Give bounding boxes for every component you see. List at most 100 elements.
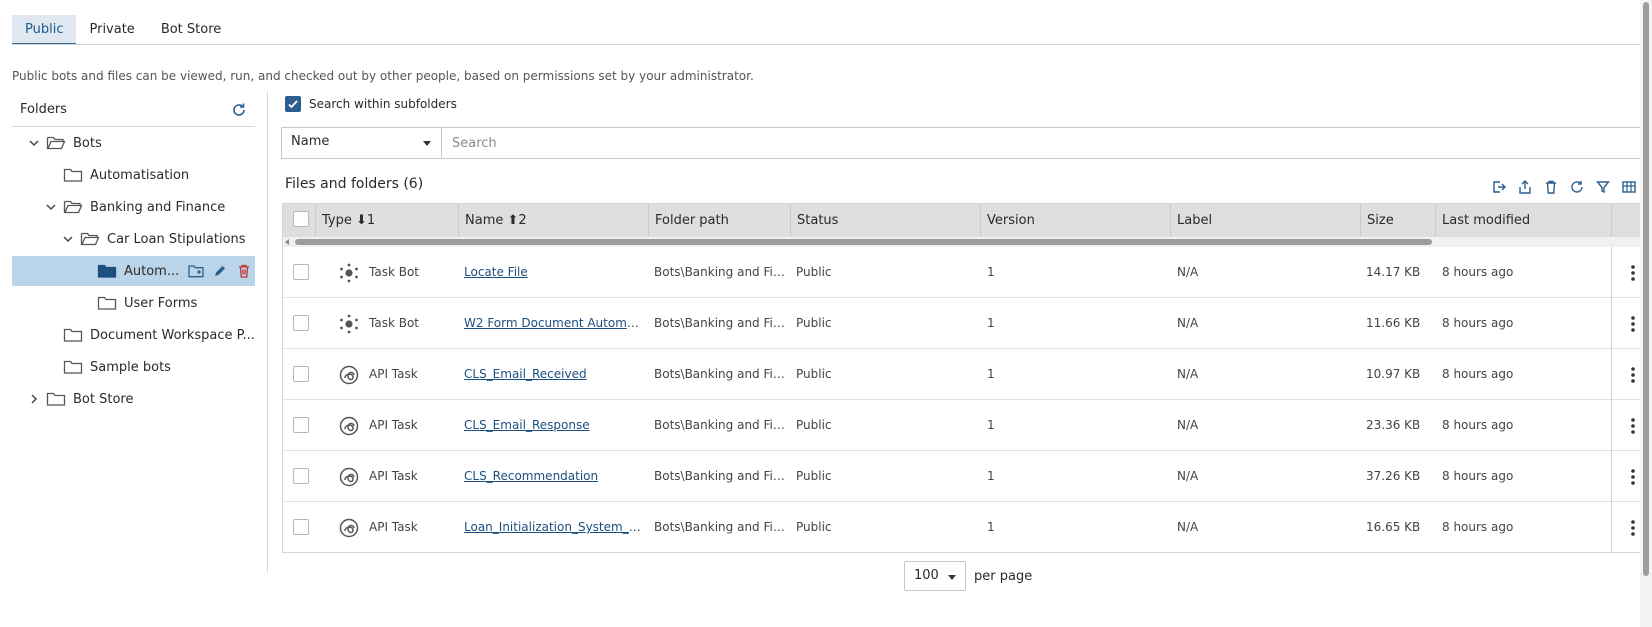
search-input[interactable]	[442, 128, 1652, 158]
folder-icon	[97, 263, 117, 279]
tree-item[interactable]: Bots	[12, 128, 255, 158]
cell-name[interactable]: Loan_Initialization_System_Upd...	[464, 502, 646, 552]
delete-folder-icon[interactable]	[235, 262, 253, 280]
row-checkbox[interactable]	[293, 468, 309, 484]
per-page-select[interactable]: 100	[904, 561, 966, 591]
tree-item[interactable]: User Forms	[12, 288, 255, 318]
tree-item[interactable]: Autom...	[12, 256, 255, 286]
folder-open-icon	[80, 231, 100, 247]
select-all-checkbox[interactable]	[293, 211, 309, 227]
cell-size: 14.17 KB	[1366, 265, 1421, 279]
folder-icon	[97, 295, 117, 311]
scrollbar-thumb[interactable]	[295, 239, 1432, 245]
caret-down-icon	[948, 575, 956, 580]
caret-down-icon	[423, 141, 431, 146]
cell-version: 1	[987, 418, 995, 432]
tree-item[interactable]: Car Loan Stipulations	[12, 224, 255, 254]
tree-item-label: Automatisation	[90, 167, 190, 183]
tree-item-label: Bot Store	[73, 391, 134, 407]
cell-name[interactable]: CLS_Recommendation	[464, 451, 646, 502]
row-checkbox[interactable]	[293, 315, 309, 331]
cell-modified: 8 hours ago	[1442, 469, 1514, 483]
refresh-table-icon[interactable]	[1568, 178, 1586, 196]
cell-name[interactable]: CLS_Email_Received	[464, 349, 646, 400]
tree-item[interactable]: Sample bots	[12, 352, 255, 382]
tab-bot-store[interactable]: Bot Store	[148, 15, 234, 45]
chevron-down-icon[interactable]	[43, 199, 59, 215]
folders-header: Folders	[12, 96, 255, 126]
delete-icon[interactable]	[1542, 178, 1560, 196]
tree-item-label: Sample bots	[90, 359, 171, 375]
chevron-right-icon[interactable]	[26, 391, 42, 407]
cell-path: Bots\Banking and Finan...	[654, 520, 788, 534]
column-size[interactable]: Size	[1360, 204, 1435, 237]
table-row[interactable]: API Task CLS_Email_Received Bots\Banking a…	[283, 349, 1652, 400]
table-row[interactable]: API Task CLS_Recommendation Bots\Banking a…	[283, 451, 1652, 502]
column-version[interactable]: Version	[980, 204, 1170, 237]
horizontal-scrollbar[interactable]	[283, 237, 1652, 247]
cell-status: Public	[796, 469, 832, 483]
tree-item[interactable]: Bot Store	[12, 384, 255, 414]
subfolders-checkbox[interactable]	[285, 96, 301, 112]
column-status[interactable]: Status	[790, 204, 980, 237]
filter-icon[interactable]	[1594, 178, 1612, 196]
column-label[interactable]: Label	[1170, 204, 1360, 237]
cell-type: API Task	[369, 367, 418, 381]
cell-size: 10.97 KB	[1366, 367, 1421, 381]
table-row[interactable]: Task Bot Locate File Bots\Banking and Fina…	[283, 247, 1652, 298]
cell-path: Bots\Banking and Finan...	[654, 265, 788, 279]
cell-size: 16.65 KB	[1366, 520, 1421, 534]
move-icon[interactable]	[1490, 178, 1508, 196]
column-type[interactable]: Type ⬇1	[315, 204, 458, 237]
vertical-scrollbar-thumb[interactable]	[1643, 2, 1649, 576]
chevron-down-icon[interactable]	[26, 135, 42, 151]
cell-status: Public	[796, 316, 832, 330]
search-subfolders-option[interactable]: Search within subfolders	[285, 96, 457, 112]
tree-item[interactable]: Automatisation	[12, 160, 255, 190]
tree-item[interactable]: Banking and Finance	[12, 192, 255, 222]
task-bot-icon	[338, 262, 360, 284]
cell-type: Task Bot	[369, 316, 419, 330]
table-row[interactable]: API Task CLS_Email_Response Bots\Banking a…	[283, 400, 1652, 451]
tree-item[interactable]: Document Workspace P...	[12, 320, 255, 350]
search-field-select[interactable]: Name	[282, 128, 442, 158]
cell-path: Bots\Banking and Finan...	[654, 367, 788, 381]
chevron-down-icon[interactable]	[60, 231, 76, 247]
column-name[interactable]: Name ⬆2	[458, 204, 648, 237]
cell-path: Bots\Banking and Finan...	[654, 418, 788, 432]
row-checkbox[interactable]	[293, 366, 309, 382]
cell-modified: 8 hours ago	[1442, 367, 1514, 381]
cell-size: 11.66 KB	[1366, 316, 1421, 330]
export-icon[interactable]	[1516, 178, 1534, 196]
cell-name[interactable]: W2 Form Document Automation	[464, 298, 646, 349]
search-bar: Name	[281, 127, 1652, 159]
edit-icon[interactable]	[211, 262, 229, 280]
subfolders-label: Search within subfolders	[309, 97, 457, 111]
cell-type: API Task	[369, 469, 418, 483]
vertical-scrollbar[interactable]	[1640, 0, 1652, 627]
per-page-label: per page	[974, 568, 1033, 584]
row-checkbox[interactable]	[293, 264, 309, 280]
cell-name[interactable]: Locate File	[464, 247, 646, 298]
column-last-modified[interactable]: Last modified	[1435, 204, 1611, 237]
table-row[interactable]: API Task Loan_Initialization_System_Upd..…	[283, 502, 1652, 552]
row-checkbox[interactable]	[293, 519, 309, 535]
tab-public[interactable]: Public	[12, 15, 77, 45]
refresh-icon[interactable]	[231, 102, 247, 118]
tab-private[interactable]: Private	[76, 15, 147, 45]
columns-icon[interactable]	[1620, 178, 1638, 196]
scroll-left-icon[interactable]	[285, 239, 289, 245]
row-checkbox[interactable]	[293, 417, 309, 433]
cell-name[interactable]: CLS_Email_Response	[464, 400, 646, 451]
cell-path: Bots\Banking and Finan...	[654, 469, 788, 483]
files-table: Type ⬇1 Name ⬆2 Folder path Status Versi…	[282, 203, 1652, 553]
column-folder-path[interactable]: Folder path	[648, 204, 790, 237]
cell-size: 37.26 KB	[1366, 469, 1421, 483]
new-folder-icon[interactable]	[187, 262, 205, 280]
cell-size: 23.36 KB	[1366, 418, 1421, 432]
table-row[interactable]: Task Bot W2 Form Document Automation Bots\…	[283, 298, 1652, 349]
folders-divider	[12, 126, 255, 127]
cell-status: Public	[796, 265, 832, 279]
